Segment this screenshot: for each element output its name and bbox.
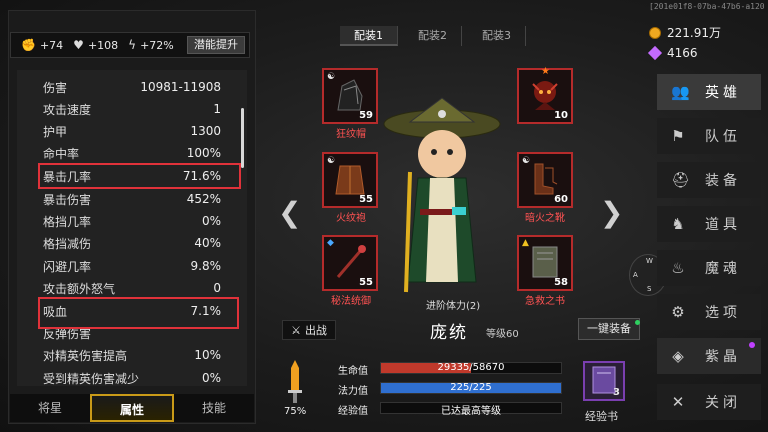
hero-level: 等级60 <box>486 329 519 340</box>
stat-row: 暴击伤害 452% <box>43 192 221 207</box>
mp-label: 法力值 <box>338 386 368 397</box>
tab-skills[interactable]: 技能 <box>174 394 254 422</box>
tab-general[interactable]: 将星 <box>10 394 90 422</box>
xp-book-button[interactable]: 3 <box>583 361 625 401</box>
flag-icon: ⚑ <box>671 127 689 145</box>
slot-book[interactable]: ▲ 58 <box>517 235 573 291</box>
hero-icon: 👥 <box>671 83 694 101</box>
xp-book-label: 经验书 <box>585 410 618 423</box>
mp-bar: 225/225 <box>380 382 562 394</box>
crossed-swords-icon: ⚔ <box>291 323 301 337</box>
stat-row: 攻击额外怒气 0 <box>43 281 221 296</box>
prev-hero-arrow[interactable]: ❮ <box>278 196 301 229</box>
stat-row: 命中率 100% <box>43 146 221 161</box>
flame-icon: ♨ <box>671 259 689 277</box>
gem-display: 4166 <box>647 45 698 61</box>
menu-team[interactable]: ⚑ 队伍 <box>657 118 761 154</box>
slot-armor[interactable]: ☯ 55 <box>322 152 378 208</box>
left-tab-bar: 将星 属性 技能 <box>10 394 254 422</box>
crystal-icon: ◈ <box>672 347 688 365</box>
boots-icon <box>534 163 558 195</box>
hp-bar: 29335/58670 <box>380 362 562 374</box>
coin-icon <box>649 26 661 39</box>
slot-armor-label: 火纹袍 <box>336 213 366 224</box>
lightning-icon: ϟ <box>128 38 137 52</box>
compass-south: S <box>647 285 652 293</box>
tab-loadout-1[interactable]: 配装1 <box>340 26 398 46</box>
slot-hat-label: 狂纹帽 <box>336 129 366 140</box>
slot-boots-label: 暗火之靴 <box>525 213 565 224</box>
stat-row: 护甲 1300 <box>43 124 221 139</box>
bag-icon: ♞ <box>671 215 689 233</box>
xp-bar: 已达最高等级 <box>380 402 562 417</box>
stat-row: 攻击速度 1 <box>43 102 221 117</box>
stat-row: 对精英伤害提高 10% <box>43 348 221 363</box>
highlight-box-crit <box>38 163 241 189</box>
notification-dot <box>749 342 755 348</box>
slot-weapon-label: 秘法统御 <box>331 296 371 307</box>
hp-bonus: ♥ +108 <box>73 38 119 52</box>
menu-equipment[interactable]: ⛑ 装备 <box>657 162 761 198</box>
slot-boots[interactable]: ☯ 60 <box>517 152 573 208</box>
stats-scrollbar[interactable] <box>241 108 244 168</box>
energy-bonus: ϟ +72% <box>128 38 174 52</box>
menu-close[interactable]: ✕ 关闭 <box>657 384 761 420</box>
menu-items[interactable]: ♞ 道具 <box>657 206 761 242</box>
tab-loadout-2[interactable]: 配装2 <box>404 26 462 46</box>
rage-sword-icon <box>288 360 302 403</box>
hero-portrait <box>383 97 501 293</box>
close-icon: ✕ <box>671 393 689 411</box>
stats-list[interactable]: 伤害 10981-11908 攻击速度 1 护甲 1300 命中率 100% 暴击几率 7… <box>17 70 247 386</box>
menu-soul[interactable]: ♨ 魔魂 <box>657 250 761 286</box>
one-click-equip-button[interactable]: 一键装备 <box>578 318 640 340</box>
slot-book-label: 急救之书 <box>525 296 565 307</box>
bonus-bar: ✊ +74 ♥ +108 ϟ +72% 潜能提升 <box>10 32 250 58</box>
staff-icon <box>336 245 366 278</box>
deploy-button[interactable]: ⚔ 出战 <box>282 320 336 340</box>
muscle-icon: ✊ <box>21 38 36 52</box>
menu-options[interactable]: ⚙ 选项 <box>657 294 761 330</box>
strength-bonus: ✊ +74 <box>21 38 64 52</box>
tab-loadout-3[interactable]: 配装3 <box>468 26 526 46</box>
next-hero-arrow[interactable]: ❯ <box>600 196 623 229</box>
menu-crystal[interactable]: ◈ 紫晶 <box>657 338 761 374</box>
robe-icon <box>335 165 365 195</box>
system-id: [201e01f8-07ba-47b6-a120 <box>649 2 765 11</box>
loadout-tabs: 配装1 配装2 配装3 <box>340 26 532 46</box>
notification-dot <box>635 320 640 325</box>
stat-row: 格挡几率 0% <box>43 214 221 229</box>
helmet-icon: ⛑ <box>671 171 695 189</box>
hero-name: 庞统 <box>430 323 468 343</box>
hat-icon <box>337 79 363 111</box>
slot-weapon[interactable]: ◆ 55 <box>322 235 378 291</box>
slot-hat[interactable]: ☯ 59 <box>322 68 378 124</box>
rage-percent: 75% <box>284 406 307 417</box>
xp-book-count: 3 <box>613 387 620 398</box>
highlight-box-lifesteal <box>38 297 239 329</box>
tab-attributes[interactable]: 属性 <box>90 394 174 422</box>
advance-stamina[interactable]: 进阶体力(2) <box>426 297 480 312</box>
slot-pet[interactable]: ★ 10 <box>517 66 573 124</box>
stat-row: 伤害 10981-11908 <box>43 80 221 95</box>
book-icon <box>532 246 558 278</box>
menu-hero[interactable]: 👥 英雄 <box>657 74 761 110</box>
compass-north: W <box>646 257 653 265</box>
heart-icon: ♥ <box>73 38 84 52</box>
xp-label: 经验值 <box>338 406 368 417</box>
stat-row: 闪避几率 9.8% <box>43 259 221 274</box>
gear-icon: ⚙ <box>671 303 689 321</box>
stat-row: 受到精英伤害减少 0% <box>43 371 221 386</box>
potential-button[interactable]: 潜能提升 <box>187 36 245 54</box>
hp-label: 生命值 <box>338 366 368 377</box>
game-screen: ✊ +74 ♥ +108 ϟ +72% 潜能提升 伤害 10981-11908 攻击速度… <box>0 0 768 432</box>
gold-display: 221.91万 <box>649 24 721 41</box>
gem-icon <box>647 45 663 61</box>
stat-row: 格挡减伤 40% <box>43 236 221 251</box>
demon-icon <box>532 81 558 110</box>
compass-west: A <box>633 271 638 279</box>
